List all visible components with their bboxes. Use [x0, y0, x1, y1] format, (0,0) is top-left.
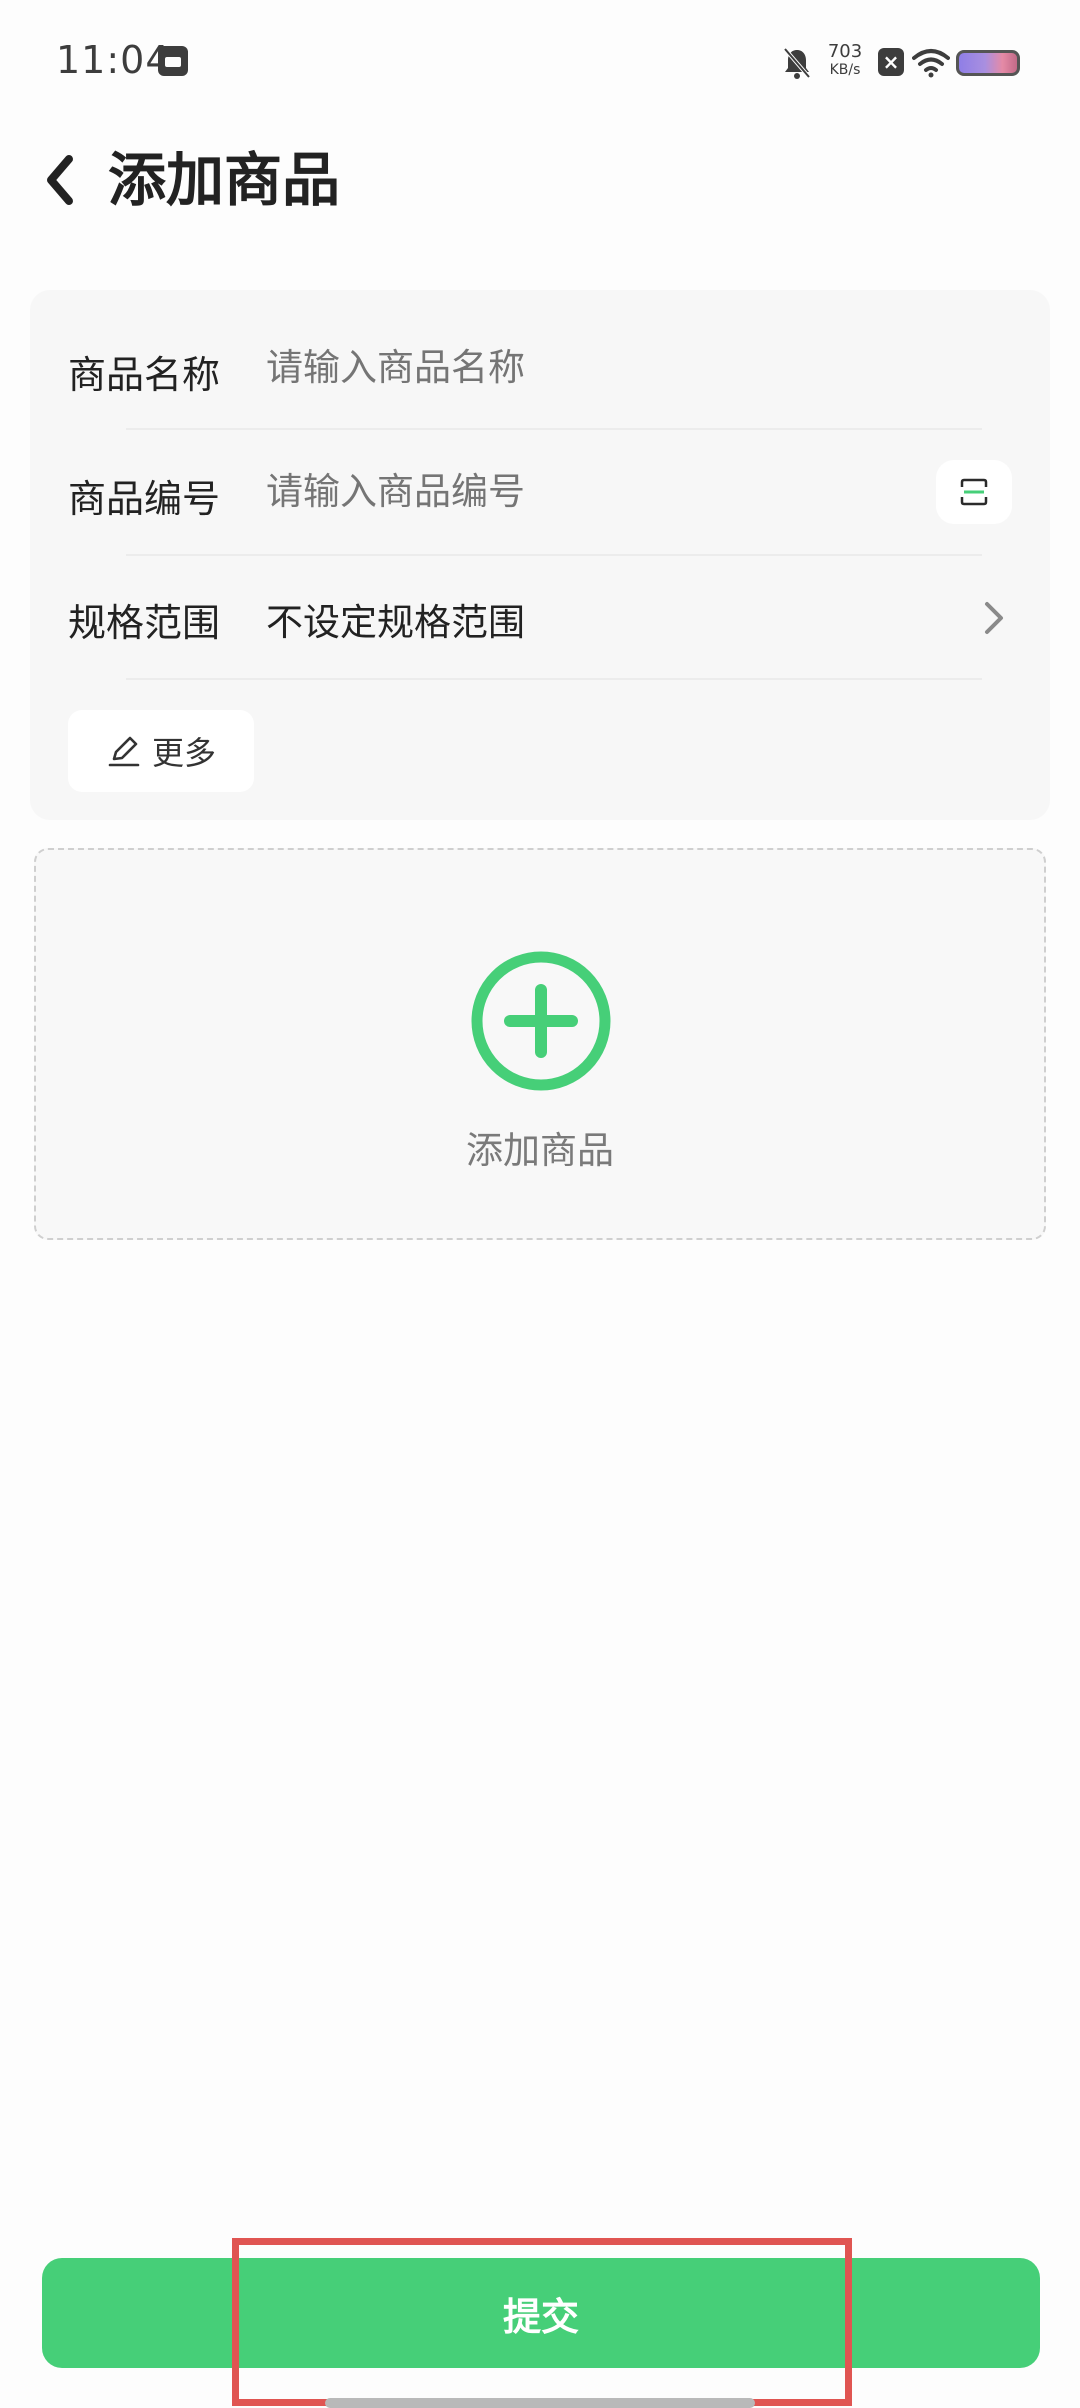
- product-code-input[interactable]: [266, 466, 906, 516]
- more-button-label: 更多: [151, 734, 216, 772]
- network-speed-unit: KB/s: [829, 62, 861, 78]
- add-product-label: 添加商品: [466, 1129, 614, 1172]
- pencil-icon: [108, 736, 140, 767]
- home-indicator[interactable]: [325, 2398, 755, 2408]
- network-speed-value: 703: [827, 41, 863, 62]
- spec-range-value[interactable]: 不设定规格范围: [266, 592, 946, 644]
- bell-off-icon: [783, 47, 811, 79]
- plus-circle-icon[interactable]: [470, 950, 612, 1092]
- row-divider: [126, 554, 982, 556]
- network-speed: 703 KB/s: [825, 43, 865, 79]
- scan-icon: [960, 478, 988, 506]
- scan-button[interactable]: [936, 460, 1012, 524]
- notification-app-icon: [158, 46, 188, 76]
- row-divider: [126, 678, 982, 680]
- nfc-icon: ×: [878, 48, 904, 76]
- more-button[interactable]: 更多: [68, 710, 254, 792]
- wifi-icon: [912, 49, 950, 78]
- spec-range-label: 规格范围: [68, 601, 221, 645]
- page-title: 添加商品: [108, 146, 341, 214]
- back-button[interactable]: [30, 140, 90, 220]
- chevron-right-icon[interactable]: [978, 598, 1008, 638]
- chevron-left-icon: [47, 155, 73, 205]
- status-time: 11:04: [56, 38, 171, 82]
- product-name-label: 商品名称: [68, 353, 221, 397]
- battery-icon: [956, 50, 1020, 76]
- highlight-annotation: [232, 2238, 852, 2406]
- product-code-label: 商品编号: [68, 477, 221, 521]
- product-name-input[interactable]: [266, 342, 946, 392]
- row-divider: [126, 428, 982, 430]
